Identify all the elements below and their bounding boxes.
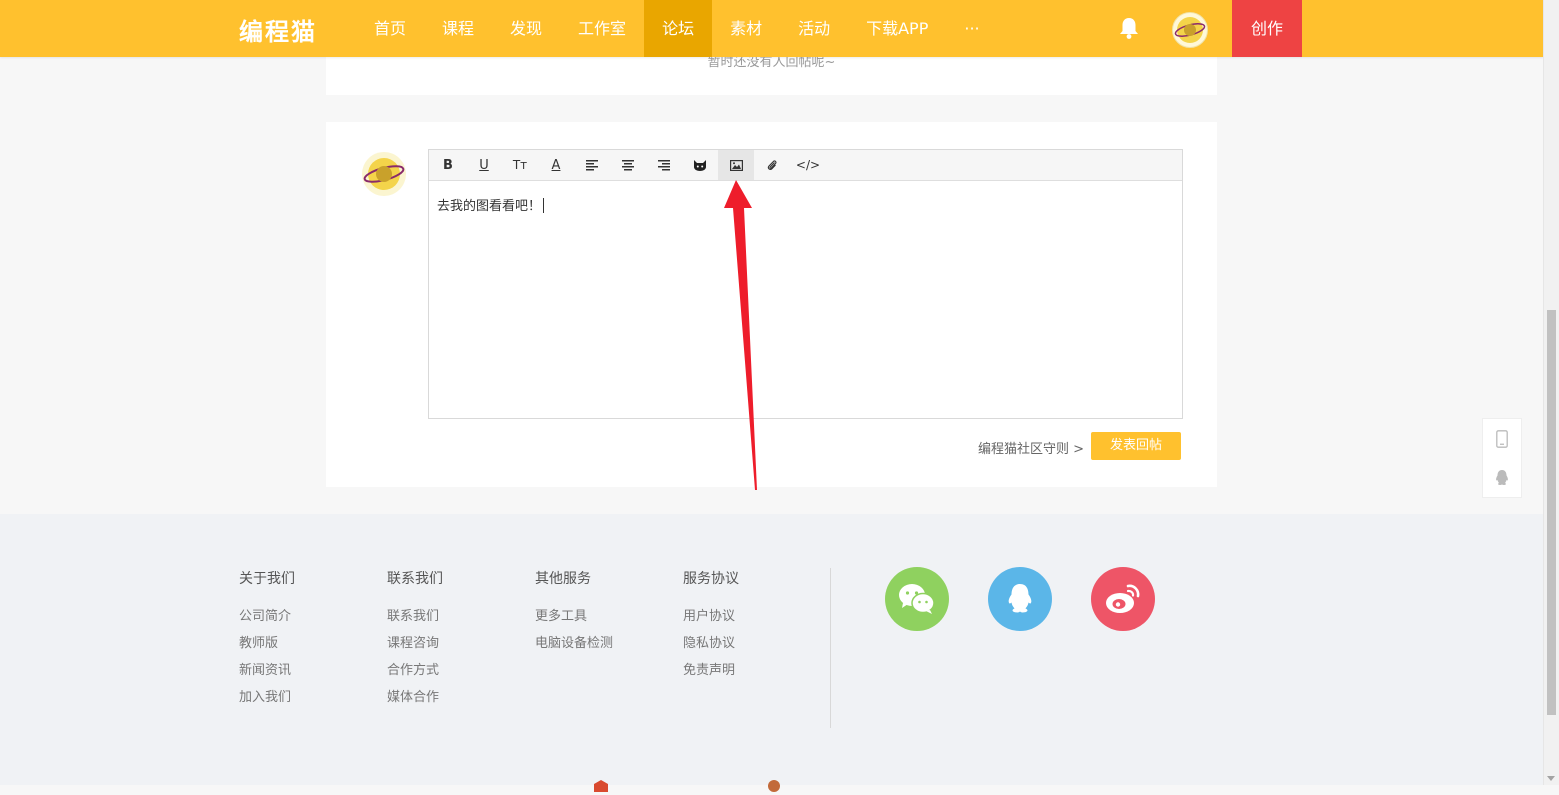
footer-link[interactable]: 更多工具 [535, 605, 613, 624]
footer-column-title: 关于我们 [239, 571, 295, 587]
footer-link[interactable]: 课程咨询 [387, 632, 443, 651]
footer-column-agreements: 服务协议 用户协议 隐私协议 免责声明 [683, 568, 739, 686]
footer-column-title: 服务协议 [683, 571, 739, 587]
code-icon[interactable]: </> [790, 150, 826, 180]
rich-text-editor: B U Tт A </> 去我的图看看吧！ [428, 149, 1183, 419]
scroll-down-arrow-icon[interactable] [1547, 776, 1555, 781]
footer-link[interactable]: 公司简介 [239, 605, 295, 624]
footer-column-about: 关于我们 公司简介 教师版 新闻资讯 加入我们 [239, 568, 295, 713]
footer-link[interactable]: 合作方式 [387, 659, 443, 678]
bold-icon[interactable]: B [430, 150, 466, 180]
submit-reply-button[interactable]: 发表回帖 [1091, 432, 1181, 460]
align-center-icon[interactable] [610, 150, 646, 180]
nav-item-events[interactable]: 活动 [780, 0, 848, 57]
footer-link[interactable]: 联系我们 [387, 605, 443, 624]
nav-item-studio[interactable]: 工作室 [560, 0, 644, 57]
text-caret [543, 198, 545, 213]
scrollbar-thumb[interactable] [1547, 310, 1556, 715]
editor-toolbar: B U Tт A </> [429, 150, 1182, 181]
footer-link[interactable]: 媒体合作 [387, 686, 443, 705]
footer-link[interactable]: 免责声明 [683, 659, 739, 678]
footer-link[interactable]: 电脑设备检测 [535, 632, 613, 651]
community-rules-link[interactable]: 编程猫社区守则 > [978, 438, 1084, 457]
nav-item-download-app[interactable]: 下载APP [848, 0, 946, 57]
nav-item-discover[interactable]: 发现 [492, 0, 560, 57]
footer-link[interactable]: 用户协议 [683, 605, 739, 624]
user-avatar[interactable] [1172, 12, 1208, 48]
nav-item-home[interactable]: 首页 [356, 0, 424, 57]
footer-column-contact: 联系我们 联系我们 课程咨询 合作方式 媒体合作 [387, 568, 443, 713]
reply-user-avatar [362, 152, 406, 196]
editor-content-area[interactable]: 去我的图看看吧！ [429, 181, 1182, 228]
footer-link[interactable]: 教师版 [239, 632, 295, 651]
footer-link[interactable]: 隐私协议 [683, 632, 739, 651]
qq-contact-icon[interactable] [1483, 458, 1521, 497]
wechat-icon[interactable] [885, 567, 949, 631]
site-logo[interactable]: 编程猫 [239, 12, 317, 47]
font-size-icon[interactable]: Tт [502, 150, 538, 180]
nav-item-materials[interactable]: 素材 [712, 0, 780, 57]
footer-link[interactable]: 新闻资讯 [239, 659, 295, 678]
footer-link[interactable]: 加入我们 [239, 686, 295, 705]
underline-icon[interactable]: U [466, 150, 502, 180]
main-nav: 首页 课程 发现 工作室 论坛 素材 活动 下载APP ··· [356, 0, 998, 57]
footer-column-title: 其他服务 [535, 571, 591, 587]
align-left-icon[interactable] [574, 150, 610, 180]
replies-card: 暂时还没有人回帖呢~ [326, 55, 1217, 95]
footer-divider [830, 568, 831, 728]
font-color-icon[interactable]: A [538, 150, 574, 180]
weibo-icon[interactable] [1091, 567, 1155, 631]
qq-icon[interactable] [988, 567, 1052, 631]
nav-item-more[interactable]: ··· [946, 0, 997, 57]
site-footer: 关于我们 公司简介 教师版 新闻资讯 加入我们 联系我们 联系我们 课程咨询 合… [0, 514, 1544, 792]
align-right-icon[interactable] [646, 150, 682, 180]
create-button[interactable]: 创作 [1232, 0, 1302, 57]
nav-item-forum[interactable]: 论坛 [644, 0, 713, 57]
side-float-panel [1482, 418, 1522, 498]
top-navigation-bar: 编程猫 首页 课程 发现 工作室 论坛 素材 活动 下载APP ··· 创作 [0, 0, 1544, 57]
mobile-app-icon[interactable] [1483, 419, 1521, 458]
red-arrow-annotation [724, 180, 757, 490]
icp-record-row [592, 778, 792, 795]
nav-item-courses[interactable]: 课程 [424, 0, 492, 57]
icp-badge-icon [594, 780, 780, 792]
footer-column-services: 其他服务 更多工具 电脑设备检测 [535, 568, 613, 659]
footer-column-title: 联系我们 [387, 571, 443, 587]
editor-content-text: 去我的图看看吧！ [437, 199, 542, 214]
page-scrollbar[interactable] [1543, 0, 1559, 785]
notification-bell-icon[interactable] [1118, 16, 1140, 40]
